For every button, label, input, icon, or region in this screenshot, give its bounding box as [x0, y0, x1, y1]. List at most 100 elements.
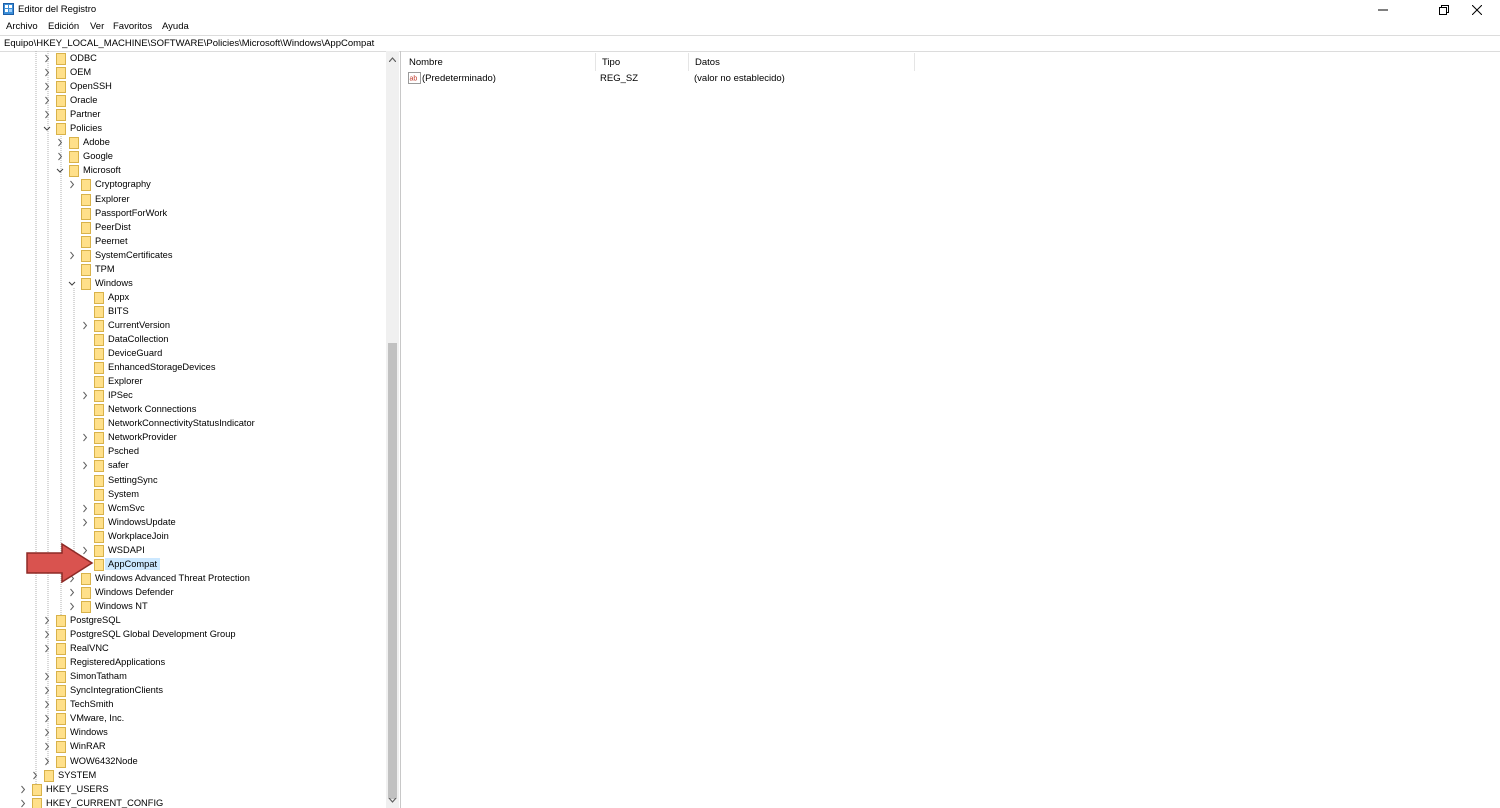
menu-archivo[interactable]: Archivo: [6, 21, 38, 32]
tree-item[interactable]: WindowsUpdate: [0, 516, 386, 530]
tree-item[interactable]: WinRAR: [0, 740, 386, 754]
scroll-thumb[interactable]: [388, 343, 397, 799]
tree-item[interactable]: System: [0, 488, 386, 502]
key-tree[interactable]: ODBC OEM OpenSSH Oracle Partner Policies Adobe…: [0, 51, 401, 808]
chevron-right-icon[interactable]: [68, 180, 76, 189]
close-button[interactable]: [1454, 0, 1500, 19]
tree-item[interactable]: TPM: [0, 263, 386, 277]
address-bar[interactable]: Equipo\HKEY_LOCAL_MACHINE\SOFTWARE\Polic…: [0, 35, 1500, 52]
chevron-right-icon[interactable]: [43, 672, 51, 681]
chevron-right-icon[interactable]: [43, 728, 51, 737]
chevron-right-icon[interactable]: [43, 54, 51, 63]
chevron-right-icon[interactable]: [31, 771, 39, 780]
tree-item[interactable]: HKEY_CURRENT_CONFIG: [0, 797, 386, 808]
tree-item[interactable]: PostgreSQL: [0, 614, 386, 628]
tree-item[interactable]: SimonTatham: [0, 670, 386, 684]
chevron-right-icon[interactable]: [19, 785, 27, 794]
tree-item[interactable]: safer: [0, 459, 386, 473]
tree-item[interactable]: Windows: [0, 726, 386, 740]
column-header-nombre[interactable]: Nombre: [403, 53, 596, 71]
tree-item[interactable]: BITS: [0, 305, 386, 319]
chevron-right-icon[interactable]: [43, 630, 51, 639]
tree-item[interactable]: Explorer: [0, 193, 386, 207]
chevron-right-icon[interactable]: [43, 96, 51, 105]
tree-item[interactable]: PassportForWork: [0, 207, 386, 221]
chevron-down-icon[interactable]: [68, 279, 76, 288]
tree-item[interactable]: Windows NT: [0, 600, 386, 614]
tree-item[interactable]: Google: [0, 150, 386, 164]
chevron-right-icon[interactable]: [43, 110, 51, 119]
tree-item[interactable]: WorkplaceJoin: [0, 530, 386, 544]
tree-item[interactable]: Adobe: [0, 136, 386, 150]
tree-item[interactable]: DeviceGuard: [0, 347, 386, 361]
chevron-right-icon[interactable]: [68, 588, 76, 597]
tree-item[interactable]: IPSec: [0, 389, 386, 403]
tree-item[interactable]: RealVNC: [0, 642, 386, 656]
tree-item[interactable]: CurrentVersion: [0, 319, 386, 333]
chevron-right-icon[interactable]: [68, 602, 76, 611]
chevron-right-icon[interactable]: [81, 433, 89, 442]
tree-item[interactable]: WOW6432Node: [0, 755, 386, 769]
chevron-right-icon[interactable]: [19, 799, 27, 808]
chevron-right-icon[interactable]: [81, 518, 89, 527]
tree-item[interactable]: PeerDist: [0, 221, 386, 235]
chevron-right-icon[interactable]: [81, 321, 89, 330]
tree-item[interactable]: SYSTEM: [0, 769, 386, 783]
tree-item[interactable]: SyncIntegrationClients: [0, 684, 386, 698]
menu-favoritos[interactable]: Favoritos: [113, 21, 152, 32]
values-pane[interactable]: Nombre Tipo Datos ab (Predeterminado) RE…: [403, 51, 1500, 808]
scroll-down-arrow-icon[interactable]: [386, 794, 399, 807]
tree-item[interactable]: EnhancedStorageDevices: [0, 361, 386, 375]
tree-item[interactable]: PostgreSQL Global Development Group: [0, 628, 386, 642]
chevron-right-icon[interactable]: [43, 644, 51, 653]
menu-ver[interactable]: Ver: [90, 21, 104, 32]
tree-scrollbar[interactable]: [386, 51, 399, 808]
chevron-right-icon[interactable]: [43, 757, 51, 766]
tree-item[interactable]: Oracle: [0, 94, 386, 108]
chevron-right-icon[interactable]: [43, 68, 51, 77]
tree-item[interactable]: NetworkConnectivityStatusIndicator: [0, 417, 386, 431]
chevron-right-icon[interactable]: [81, 391, 89, 400]
tree-item[interactable]: DataCollection: [0, 333, 386, 347]
tree-item[interactable]: Microsoft: [0, 164, 386, 178]
tree-item[interactable]: Cryptography: [0, 178, 386, 192]
tree-item[interactable]: Appx: [0, 291, 386, 305]
menu-ayuda[interactable]: Ayuda: [162, 21, 189, 32]
tree-item[interactable]: SettingSync: [0, 474, 386, 488]
column-header-tipo[interactable]: Tipo: [596, 53, 689, 71]
tree-item[interactable]: Explorer: [0, 375, 386, 389]
tree-item[interactable]: Windows: [0, 277, 386, 291]
tree-item[interactable]: Network Connections: [0, 403, 386, 417]
chevron-right-icon[interactable]: [81, 504, 89, 513]
chevron-down-icon[interactable]: [43, 124, 51, 133]
tree-item[interactable]: SystemCertificates: [0, 249, 386, 263]
chevron-right-icon[interactable]: [43, 714, 51, 723]
chevron-right-icon[interactable]: [43, 700, 51, 709]
column-header-datos[interactable]: Datos: [689, 53, 915, 71]
chevron-right-icon[interactable]: [43, 742, 51, 751]
chevron-right-icon[interactable]: [56, 152, 64, 161]
tree-item[interactable]: RegisteredApplications: [0, 656, 386, 670]
tree-item[interactable]: Policies: [0, 122, 386, 136]
tree-item[interactable]: TechSmith: [0, 698, 386, 712]
tree-item[interactable]: Peernet: [0, 235, 386, 249]
chevron-right-icon[interactable]: [56, 138, 64, 147]
chevron-down-icon[interactable]: [56, 166, 64, 175]
tree-item[interactable]: Partner: [0, 108, 386, 122]
chevron-right-icon[interactable]: [81, 461, 89, 470]
menu-edicion[interactable]: Edición: [48, 21, 79, 32]
tree-item[interactable]: OpenSSH: [0, 80, 386, 94]
tree-item[interactable]: HKEY_USERS: [0, 783, 386, 797]
chevron-right-icon[interactable]: [43, 82, 51, 91]
tree-item[interactable]: VMware, Inc.: [0, 712, 386, 726]
minimize-button[interactable]: [1360, 0, 1406, 19]
chevron-right-icon[interactable]: [68, 251, 76, 260]
tree-item[interactable]: Psched: [0, 445, 386, 459]
chevron-right-icon[interactable]: [43, 616, 51, 625]
tree-item[interactable]: ODBC: [0, 52, 386, 66]
address-path[interactable]: Equipo\HKEY_LOCAL_MACHINE\SOFTWARE\Polic…: [4, 38, 374, 49]
tree-item[interactable]: OEM: [0, 66, 386, 80]
scroll-up-arrow-icon[interactable]: [386, 53, 399, 66]
tree-item[interactable]: NetworkProvider: [0, 431, 386, 445]
chevron-right-icon[interactable]: [43, 686, 51, 695]
